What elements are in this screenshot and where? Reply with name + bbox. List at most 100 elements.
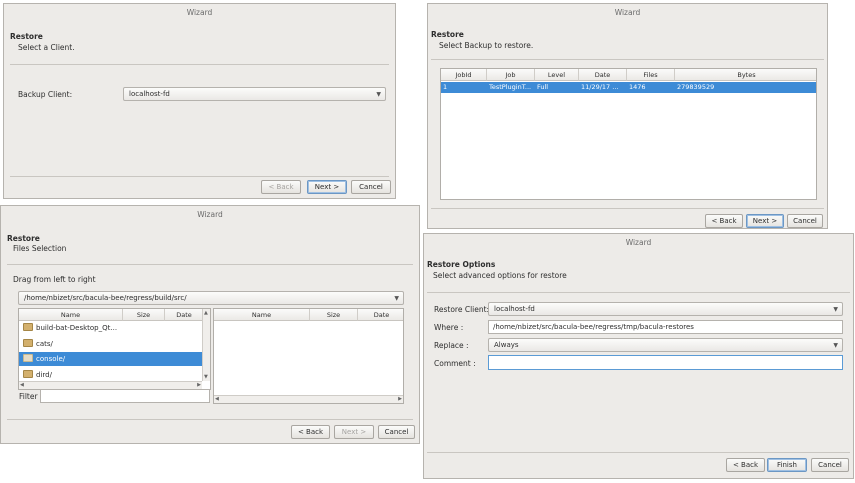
restore-client-label: Restore Client: (434, 305, 490, 314)
column-header-level[interactable]: Level (535, 69, 579, 81)
page-subheading: Select advanced options for restore (433, 271, 567, 280)
column-header-date[interactable]: Date (579, 69, 627, 81)
scroll-left-icon[interactable]: ◀ (215, 396, 219, 402)
backup-client-combo[interactable]: localhost-fd ▼ (123, 87, 386, 101)
file-name: console/ (36, 355, 66, 363)
window-title: Wizard (614, 8, 641, 17)
horizontal-scrollbar[interactable]: ◀ ▶ (214, 395, 403, 403)
list-item[interactable]: cats/ (19, 337, 204, 351)
filter-label: Filter (19, 392, 38, 401)
finish-button[interactable]: Finish (767, 458, 807, 472)
cancel-button[interactable]: Cancel (787, 214, 823, 228)
path-value: /home/nbizet/src/bacula-bee/regress/buil… (24, 294, 187, 302)
divider (10, 64, 389, 65)
back-button[interactable]: < Back (705, 214, 743, 228)
page-heading: Restore (431, 30, 464, 39)
backup-client-value: localhost-fd (129, 90, 170, 98)
folder-icon (23, 370, 33, 378)
next-button[interactable]: Next > (746, 214, 784, 228)
next-button[interactable]: Next > (334, 425, 374, 439)
comment-label: Comment : (434, 359, 476, 368)
divider (7, 419, 413, 420)
page-subheading: Files Selection (13, 244, 67, 253)
list-item[interactable]: console/ (19, 352, 204, 366)
chevron-down-icon: ▼ (833, 342, 838, 349)
folder-icon (23, 323, 33, 331)
where-input[interactable]: /home/nbizet/src/bacula-bee/regress/tmp/… (488, 320, 843, 334)
divider (7, 264, 413, 265)
cancel-button[interactable]: Cancel (378, 425, 415, 439)
cell-job: TestPluginT... (489, 83, 532, 91)
chevron-down-icon: ▼ (394, 295, 399, 302)
column-header-size[interactable]: Size (123, 309, 165, 321)
column-header-bytes[interactable]: Bytes (675, 69, 816, 81)
wizard-window-select-backup: Wizard Restore Select Backup to restore.… (427, 3, 828, 229)
source-files-table[interactable]: Name Size Date build-bat-Desktop_Qt... c… (18, 308, 211, 390)
folder-icon (23, 339, 33, 347)
folder-icon (23, 354, 33, 362)
cell-level: Full (537, 83, 549, 91)
window-title: Wizard (186, 8, 213, 17)
divider (431, 208, 824, 209)
divider (427, 452, 850, 453)
back-button[interactable]: < Back (291, 425, 330, 439)
list-item[interactable]: dird/ (19, 368, 204, 382)
file-name: build-bat-Desktop_Qt... (36, 324, 118, 332)
restore-client-value: localhost-fd (494, 305, 535, 313)
filter-input[interactable] (40, 389, 210, 403)
column-header-size[interactable]: Size (310, 309, 358, 321)
divider (427, 292, 850, 293)
replace-label: Replace : (434, 341, 469, 350)
column-header-job[interactable]: Job (487, 69, 535, 81)
scroll-down-icon[interactable]: ▼ (204, 374, 208, 380)
column-header-jobid[interactable]: JobId (441, 69, 487, 81)
column-header-name[interactable]: Name (214, 309, 310, 321)
wizard-window-files-selection: Wizard Restore Files Selection Drag from… (0, 205, 420, 444)
cancel-button[interactable]: Cancel (351, 180, 391, 194)
replace-combo[interactable]: Always ▼ (488, 338, 843, 352)
cell-jobid: 1 (443, 83, 448, 91)
cell-date: 11/29/17 ... (581, 83, 619, 91)
cell-bytes: 279839529 (677, 83, 715, 91)
page-heading: Restore (10, 32, 43, 41)
page-heading: Restore Options (427, 260, 496, 269)
path-combo[interactable]: /home/nbizet/src/bacula-bee/regress/buil… (18, 291, 404, 305)
scroll-left-icon[interactable]: ◀ (20, 382, 24, 388)
page-subheading: Select Backup to restore. (439, 41, 534, 50)
backup-jobs-table[interactable]: JobId Job Level Date Files Bytes 1 TestP… (440, 68, 817, 200)
next-button[interactable]: Next > (307, 180, 347, 194)
restore-client-combo[interactable]: localhost-fd ▼ (488, 302, 843, 316)
scroll-up-icon[interactable]: ▲ (204, 310, 208, 316)
horizontal-scrollbar[interactable]: ◀ ▶ (19, 381, 202, 389)
drag-instruction-label: Drag from left to right (13, 275, 96, 284)
replace-value: Always (494, 341, 519, 349)
chevron-down-icon: ▼ (833, 306, 838, 313)
backup-client-label: Backup Client: (18, 90, 73, 99)
comment-input[interactable] (488, 355, 843, 370)
back-button[interactable]: < Back (261, 180, 301, 194)
window-title: Wizard (625, 238, 652, 247)
cell-files: 1476 (629, 83, 646, 91)
table-row[interactable]: 1 TestPluginT... Full 11/29/17 ... 1476 … (441, 82, 816, 93)
restore-files-table[interactable]: Name Size Date ◀ ▶ (213, 308, 404, 404)
column-header-name[interactable]: Name (19, 309, 123, 321)
divider (10, 176, 389, 177)
divider (431, 59, 824, 60)
back-button[interactable]: < Back (726, 458, 765, 472)
where-label: Where : (434, 323, 464, 332)
cancel-button[interactable]: Cancel (811, 458, 849, 472)
page-heading: Restore (7, 234, 40, 243)
wizard-window-restore-options: Wizard Restore Options Select advanced o… (423, 233, 854, 479)
vertical-scrollbar[interactable]: ▲ ▼ (202, 309, 210, 381)
list-item[interactable]: build-bat-Desktop_Qt... (19, 321, 204, 335)
scroll-right-icon[interactable]: ▶ (398, 396, 402, 402)
window-title: Wizard (197, 210, 223, 219)
chevron-down-icon: ▼ (376, 91, 381, 98)
column-header-date[interactable]: Date (358, 309, 403, 321)
scroll-right-icon[interactable]: ▶ (197, 382, 201, 388)
column-header-date[interactable]: Date (165, 309, 204, 321)
page-subheading: Select a Client. (18, 43, 75, 52)
column-header-files[interactable]: Files (627, 69, 675, 81)
file-name: cats/ (36, 340, 53, 348)
file-name: dird/ (36, 371, 52, 379)
